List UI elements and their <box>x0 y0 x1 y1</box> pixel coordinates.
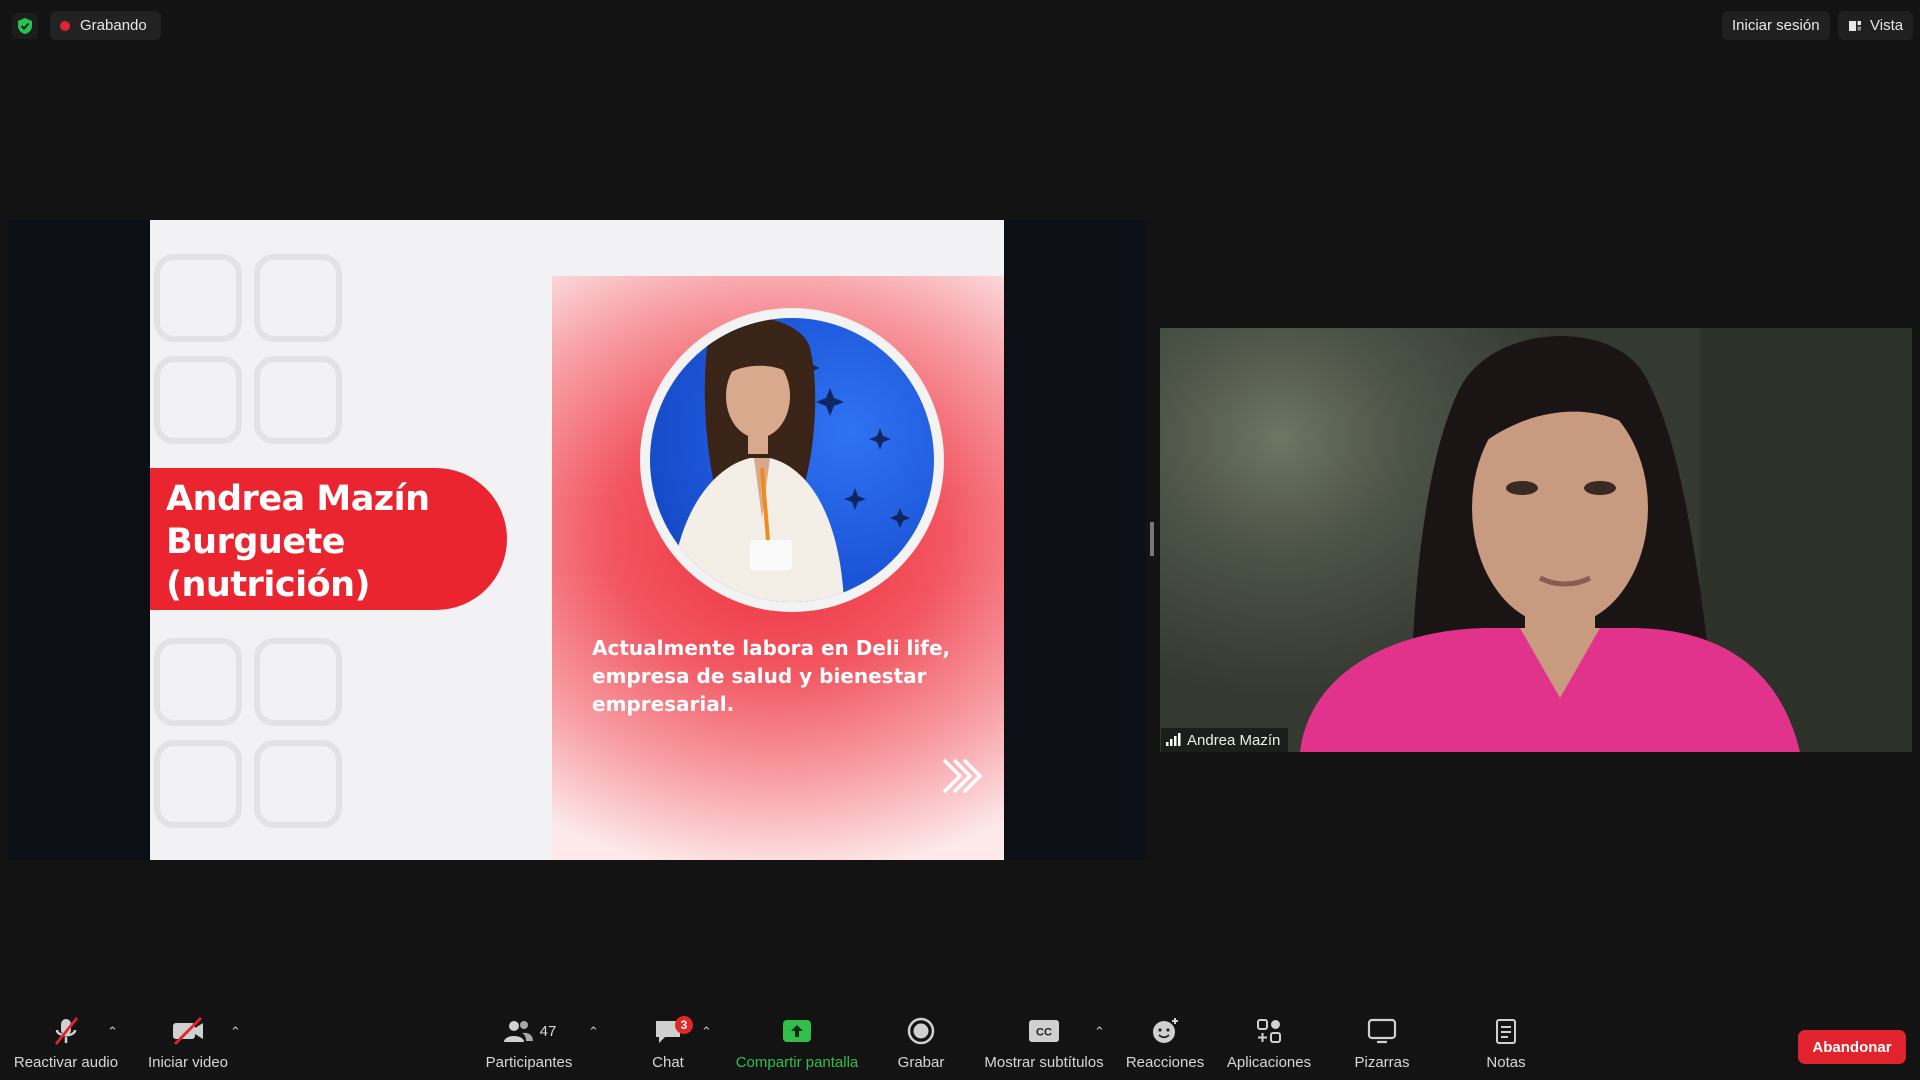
apps-icon <box>1255 1010 1283 1052</box>
start-video-label: Iniciar video <box>147 1054 229 1071</box>
view-label: Vista <box>1870 17 1904 34</box>
reactions-button[interactable]: Reacciones <box>1126 1010 1204 1080</box>
record-button[interactable]: Grabar <box>888 1010 954 1080</box>
share-screen-button[interactable]: Compartir pantalla <box>730 1010 864 1080</box>
show-captions-button[interactable]: CC Mostrar subtítulos <box>980 1010 1108 1080</box>
decor-square <box>154 638 242 726</box>
share-screen-label: Compartir pantalla <box>735 1054 859 1071</box>
participant-video-tile[interactable] <box>1160 328 1912 752</box>
captions-icon: CC <box>1028 1010 1060 1052</box>
whiteboards-button[interactable]: Pizarras <box>1346 1010 1418 1080</box>
captions-options-caret[interactable]: ⌃ <box>1094 1024 1105 1040</box>
decor-square <box>254 356 342 444</box>
chevrons-right-icon <box>942 758 983 794</box>
chat-unread-badge: 3 <box>675 1016 693 1034</box>
chat-icon: 3 <box>653 1010 693 1052</box>
video-off-icon <box>171 1010 205 1052</box>
recording-dot-icon <box>60 20 70 31</box>
record-icon <box>907 1010 935 1052</box>
whiteboards-label: Pizarras <box>1354 1054 1410 1071</box>
participants-count: 47 <box>539 1022 557 1040</box>
speaker-name-banner: Andrea Mazín Burguete (nutrición) <box>150 468 507 610</box>
apps-button[interactable]: Aplicaciones <box>1224 1010 1314 1080</box>
decor-square <box>154 356 242 444</box>
leave-meeting-button[interactable]: Abandonar <box>1798 1030 1906 1064</box>
speaker-name-line: (nutrición) <box>166 565 371 605</box>
participants-button[interactable]: 47 Participantes <box>482 1010 576 1080</box>
muted-mic-icon <box>50 1010 82 1052</box>
notes-button[interactable]: Notas <box>1478 1010 1534 1080</box>
shield-check-icon[interactable] <box>12 13 38 39</box>
decor-square <box>154 740 242 828</box>
participants-icon: 47 <box>502 1010 557 1052</box>
chat-button[interactable]: 3 Chat <box>640 1010 696 1080</box>
signal-icon <box>1166 733 1181 746</box>
view-button[interactable]: Vista <box>1838 11 1914 40</box>
speaker-description: Actualmente labora en Deli life, empresa… <box>592 636 951 716</box>
signin-label: Iniciar sesión <box>1732 17 1820 34</box>
audio-options-caret[interactable]: ⌃ <box>107 1024 118 1040</box>
share-screen-icon <box>782 1010 812 1052</box>
video-options-caret[interactable]: ⌃ <box>230 1024 241 1040</box>
reactions-label: Reacciones <box>1125 1054 1205 1071</box>
decor-square <box>254 638 342 726</box>
meeting-toolbar: Reactivar audio ⌃ Iniciar video ⌃ 47 Par… <box>0 1010 1920 1080</box>
split-resize-handle[interactable] <box>1150 522 1154 556</box>
record-label: Grabar <box>897 1054 945 1071</box>
reactions-icon <box>1150 1010 1180 1052</box>
view-icon <box>1849 20 1861 31</box>
notes-icon <box>1494 1010 1518 1052</box>
start-video-button[interactable]: Iniciar video <box>140 1010 236 1080</box>
top-bar: Grabando Iniciar sesión Vista <box>0 0 1920 50</box>
apps-label: Aplicaciones <box>1226 1054 1312 1071</box>
decor-square <box>254 740 342 828</box>
captions-icon-text: CC <box>1036 1027 1052 1039</box>
recording-indicator[interactable]: Grabando <box>50 11 161 40</box>
signin-button[interactable]: Iniciar sesión <box>1722 11 1830 40</box>
participant-name-tag: Andrea Mazín <box>1161 728 1289 752</box>
unmute-audio-button[interactable]: Reactivar audio <box>10 1010 122 1080</box>
chat-options-caret[interactable]: ⌃ <box>701 1024 712 1040</box>
participants-label: Participantes <box>485 1054 573 1071</box>
participant-name: Andrea Mazín <box>1187 731 1281 749</box>
whiteboard-icon <box>1367 1010 1397 1052</box>
recording-label: Grabando <box>80 17 147 34</box>
shared-screen[interactable]: Andrea Mazín Burguete (nutrición) Actual… <box>8 220 1146 860</box>
participant-video-feed <box>1300 328 1912 752</box>
speaker-photo <box>650 318 934 602</box>
participants-options-caret[interactable]: ⌃ <box>588 1024 599 1040</box>
speaker-name-line: Andrea Mazín <box>166 479 430 519</box>
show-captions-label: Mostrar subtítulos <box>984 1054 1104 1071</box>
decor-square <box>254 254 342 342</box>
notes-label: Notas <box>1486 1054 1526 1071</box>
speaker-name-line: Burguete <box>166 522 346 562</box>
presentation-slide: Andrea Mazín Burguete (nutrición) Actual… <box>150 220 1004 860</box>
unmute-audio-label: Reactivar audio <box>13 1054 119 1071</box>
decor-square <box>154 254 242 342</box>
chat-label: Chat <box>652 1054 684 1071</box>
